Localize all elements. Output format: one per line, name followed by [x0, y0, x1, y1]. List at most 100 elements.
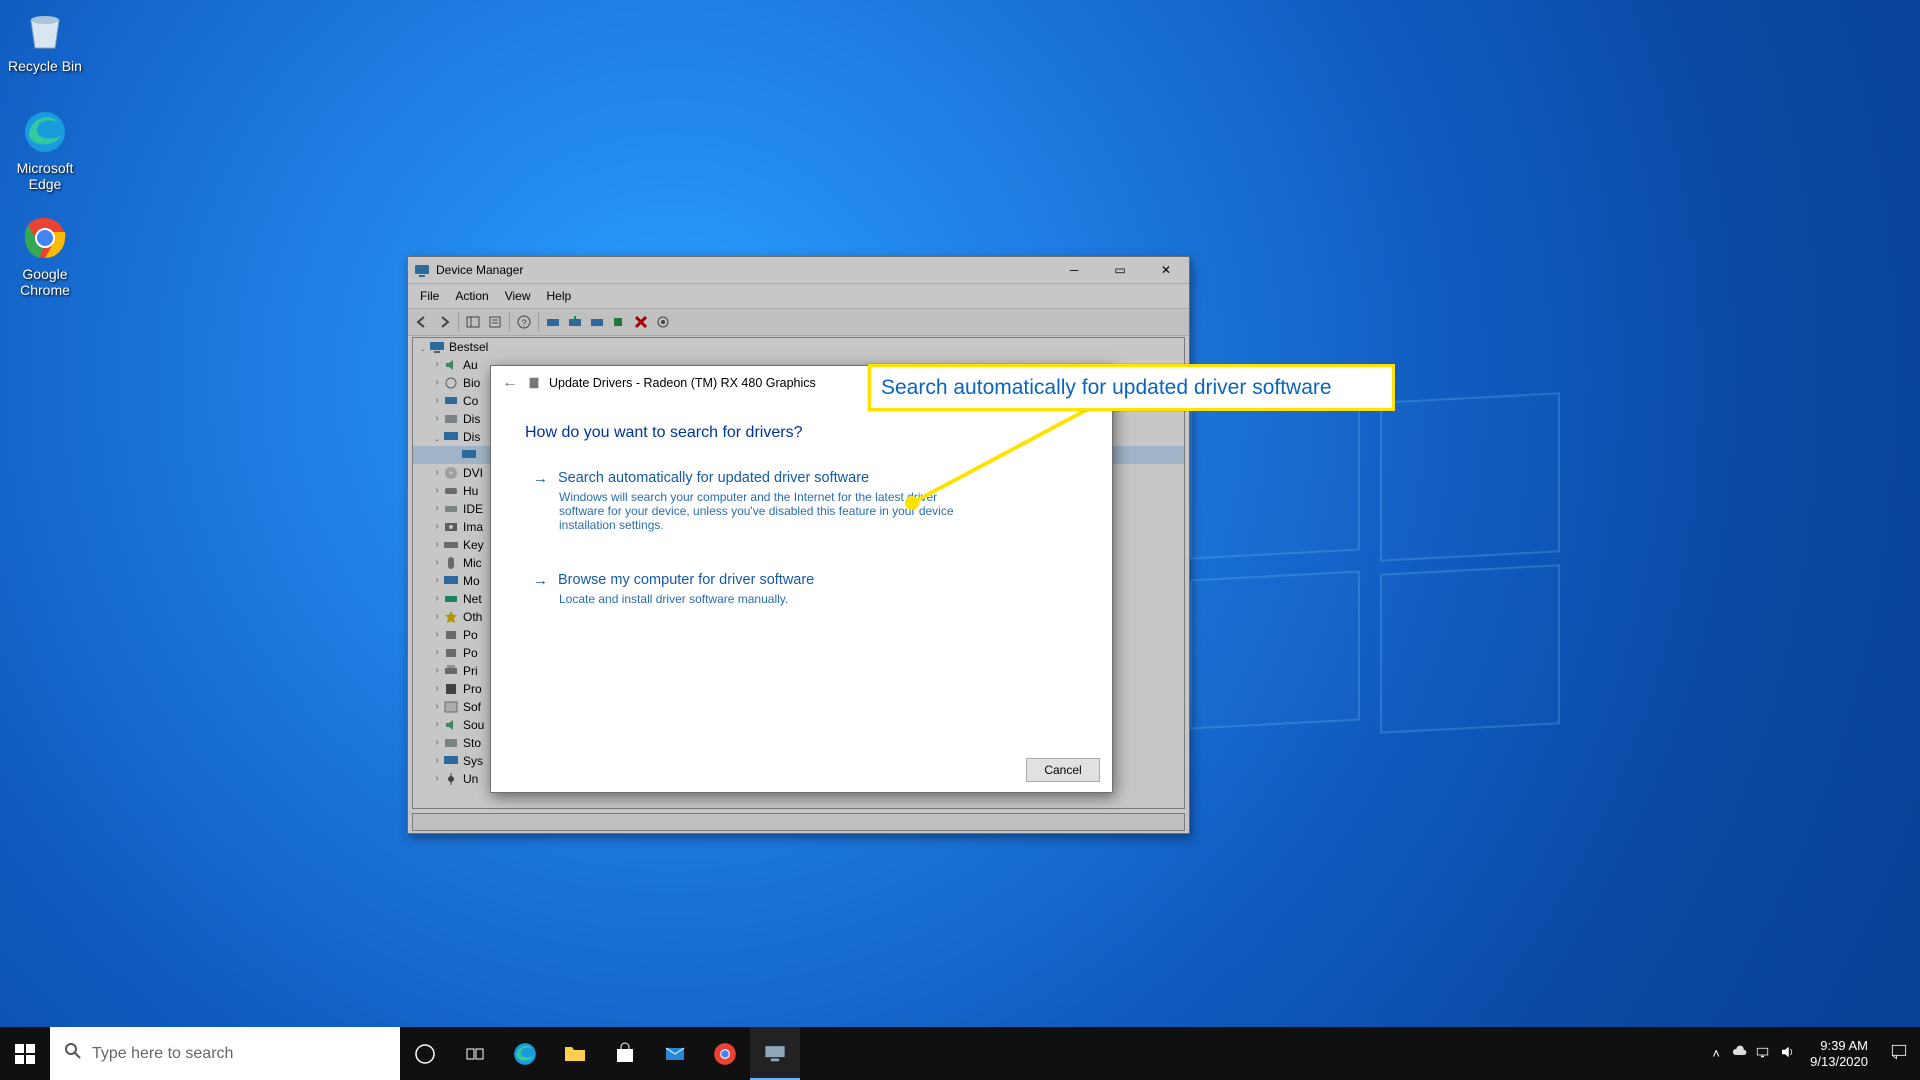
taskbar: Type here to search ˄: [0, 1027, 1920, 1080]
toolbar: ?: [408, 308, 1189, 336]
option-search-automatically[interactable]: → Search automatically for updated drive…: [525, 466, 1078, 540]
taskbar-search[interactable]: Type here to search: [50, 1027, 400, 1080]
callout-annotation: Search automatically for updated driver …: [868, 364, 1395, 411]
disk-icon: [443, 411, 459, 427]
arrow-right-icon: →: [533, 470, 548, 488]
cancel-button[interactable]: Cancel: [1026, 758, 1100, 782]
option-title: Search automatically for updated driver …: [558, 470, 869, 486]
callout-text: Search automatically for updated driver …: [881, 376, 1332, 400]
tree-node-label: Mic: [463, 554, 482, 572]
taskbar-app-chrome[interactable]: [700, 1027, 750, 1080]
port-icon: [443, 627, 459, 643]
tree-node-label: Dis: [463, 410, 480, 428]
tree-node-label: Dis: [463, 428, 480, 446]
tree-node-label: Sof: [463, 698, 481, 716]
tray-onedrive-icon[interactable]: [1728, 1043, 1752, 1064]
monitor-icon: [443, 573, 459, 589]
task-view-button[interactable]: [400, 1027, 450, 1080]
tray-network-icon[interactable]: [1752, 1043, 1776, 1064]
menu-view[interactable]: View: [499, 287, 537, 305]
window-title: Device Manager: [436, 263, 523, 277]
tb-scan-hardware-icon[interactable]: [543, 311, 563, 333]
tree-node-label: Po: [463, 644, 478, 662]
close-button[interactable]: ✕: [1143, 257, 1189, 284]
search-placeholder: Type here to search: [92, 1045, 233, 1063]
menu-action[interactable]: Action: [449, 287, 494, 305]
recycle-bin-icon: [21, 6, 69, 54]
option-description: Windows will search your computer and th…: [533, 488, 973, 532]
sound-icon: [443, 717, 459, 733]
tree-node-label: Net: [463, 590, 482, 608]
tb-add-hardware-icon[interactable]: [609, 311, 629, 333]
tray-clock[interactable]: 9:39 AM 9/13/2020: [1800, 1038, 1878, 1070]
tray-date: 9/13/2020: [1810, 1054, 1868, 1070]
system-icon: [443, 753, 459, 769]
network-icon: [443, 591, 459, 607]
tree-node-label: Sto: [463, 734, 481, 752]
tb-back-icon[interactable]: [412, 311, 432, 333]
tb-show-hide-icon[interactable]: [463, 311, 483, 333]
hid-icon: [443, 483, 459, 499]
system-tray: ˄ 9:39 AM 9/13/2020: [1704, 1038, 1920, 1070]
start-button[interactable]: [0, 1027, 50, 1080]
biometric-icon: [443, 375, 459, 391]
tree-node-label: Oth: [463, 608, 482, 626]
taskbar-app-file-explorer[interactable]: [550, 1027, 600, 1080]
tree-node-label: Sou: [463, 716, 484, 734]
arrow-right-icon: →: [533, 572, 548, 590]
desktop-icon-edge[interactable]: Microsoft Edge: [0, 108, 90, 192]
taskbar-app-mail[interactable]: [650, 1027, 700, 1080]
desktop-icon-chrome[interactable]: Google Chrome: [0, 214, 90, 298]
maximize-button[interactable]: ▭: [1097, 257, 1143, 284]
tree-node-label: Mo: [463, 572, 480, 590]
tb-uninstall-icon[interactable]: [587, 311, 607, 333]
dvd-icon: [443, 465, 459, 481]
port-icon: [443, 645, 459, 661]
tray-show-hidden-icon[interactable]: ˄: [1704, 1046, 1728, 1061]
usb-icon: [443, 771, 459, 787]
taskbar-app-edge[interactable]: [500, 1027, 550, 1080]
display-adapter-icon: [461, 447, 477, 463]
printer-icon: [443, 663, 459, 679]
tree-root[interactable]: ˬ Bestsel: [413, 338, 1184, 356]
imaging-icon: [443, 519, 459, 535]
folder-icon: [563, 1042, 587, 1066]
tb-disable-icon[interactable]: [631, 311, 651, 333]
tree-node-label: Pri: [463, 662, 478, 680]
tree-node-label: Ima: [463, 518, 483, 536]
tree-node-label: Key: [463, 536, 484, 554]
dialog-question: How do you want to search for drivers?: [491, 406, 1112, 442]
svg-text:?: ?: [521, 318, 526, 328]
taskbar-app-device-manager[interactable]: [750, 1027, 800, 1080]
tree-node-label: Au: [463, 356, 478, 374]
menu-file[interactable]: File: [414, 287, 445, 305]
titlebar[interactable]: Device Manager ─ ▭ ✕: [408, 257, 1189, 284]
display-adapter-icon: [443, 429, 459, 445]
tree-node-label: Po: [463, 626, 478, 644]
tb-scan-icon[interactable]: [653, 311, 673, 333]
tree-node-label: Co: [463, 392, 478, 410]
timeline-icon: [465, 1044, 485, 1064]
minimize-button[interactable]: ─: [1051, 257, 1097, 284]
tree-node-label: Hu: [463, 482, 478, 500]
tb-properties-icon[interactable]: [485, 311, 505, 333]
cortana-button[interactable]: [450, 1027, 500, 1080]
tb-update-driver-icon[interactable]: [565, 311, 585, 333]
tray-volume-icon[interactable]: [1776, 1043, 1800, 1064]
tb-help-icon[interactable]: ?: [514, 311, 534, 333]
option-browse-manually[interactable]: → Browse my computer for driver software…: [525, 568, 1078, 614]
computer-icon: [443, 393, 459, 409]
ide-icon: [443, 501, 459, 517]
tray-notifications-icon[interactable]: [1878, 1042, 1920, 1065]
update-drivers-dialog: ← Update Drivers - Radeon (TM) RX 480 Gr…: [490, 365, 1113, 793]
statusbar: [412, 813, 1185, 831]
option-title: Browse my computer for driver software: [558, 572, 814, 588]
tree-node-label: Bio: [463, 374, 480, 392]
tray-time: 9:39 AM: [1810, 1038, 1868, 1054]
taskbar-app-store[interactable]: [600, 1027, 650, 1080]
tb-forward-icon[interactable]: [434, 311, 454, 333]
menu-help[interactable]: Help: [541, 287, 578, 305]
desktop-icon-recycle-bin[interactable]: Recycle Bin: [0, 6, 90, 74]
back-arrow-icon[interactable]: ←: [501, 374, 519, 392]
desktop-icon-label: Microsoft Edge: [0, 160, 90, 192]
